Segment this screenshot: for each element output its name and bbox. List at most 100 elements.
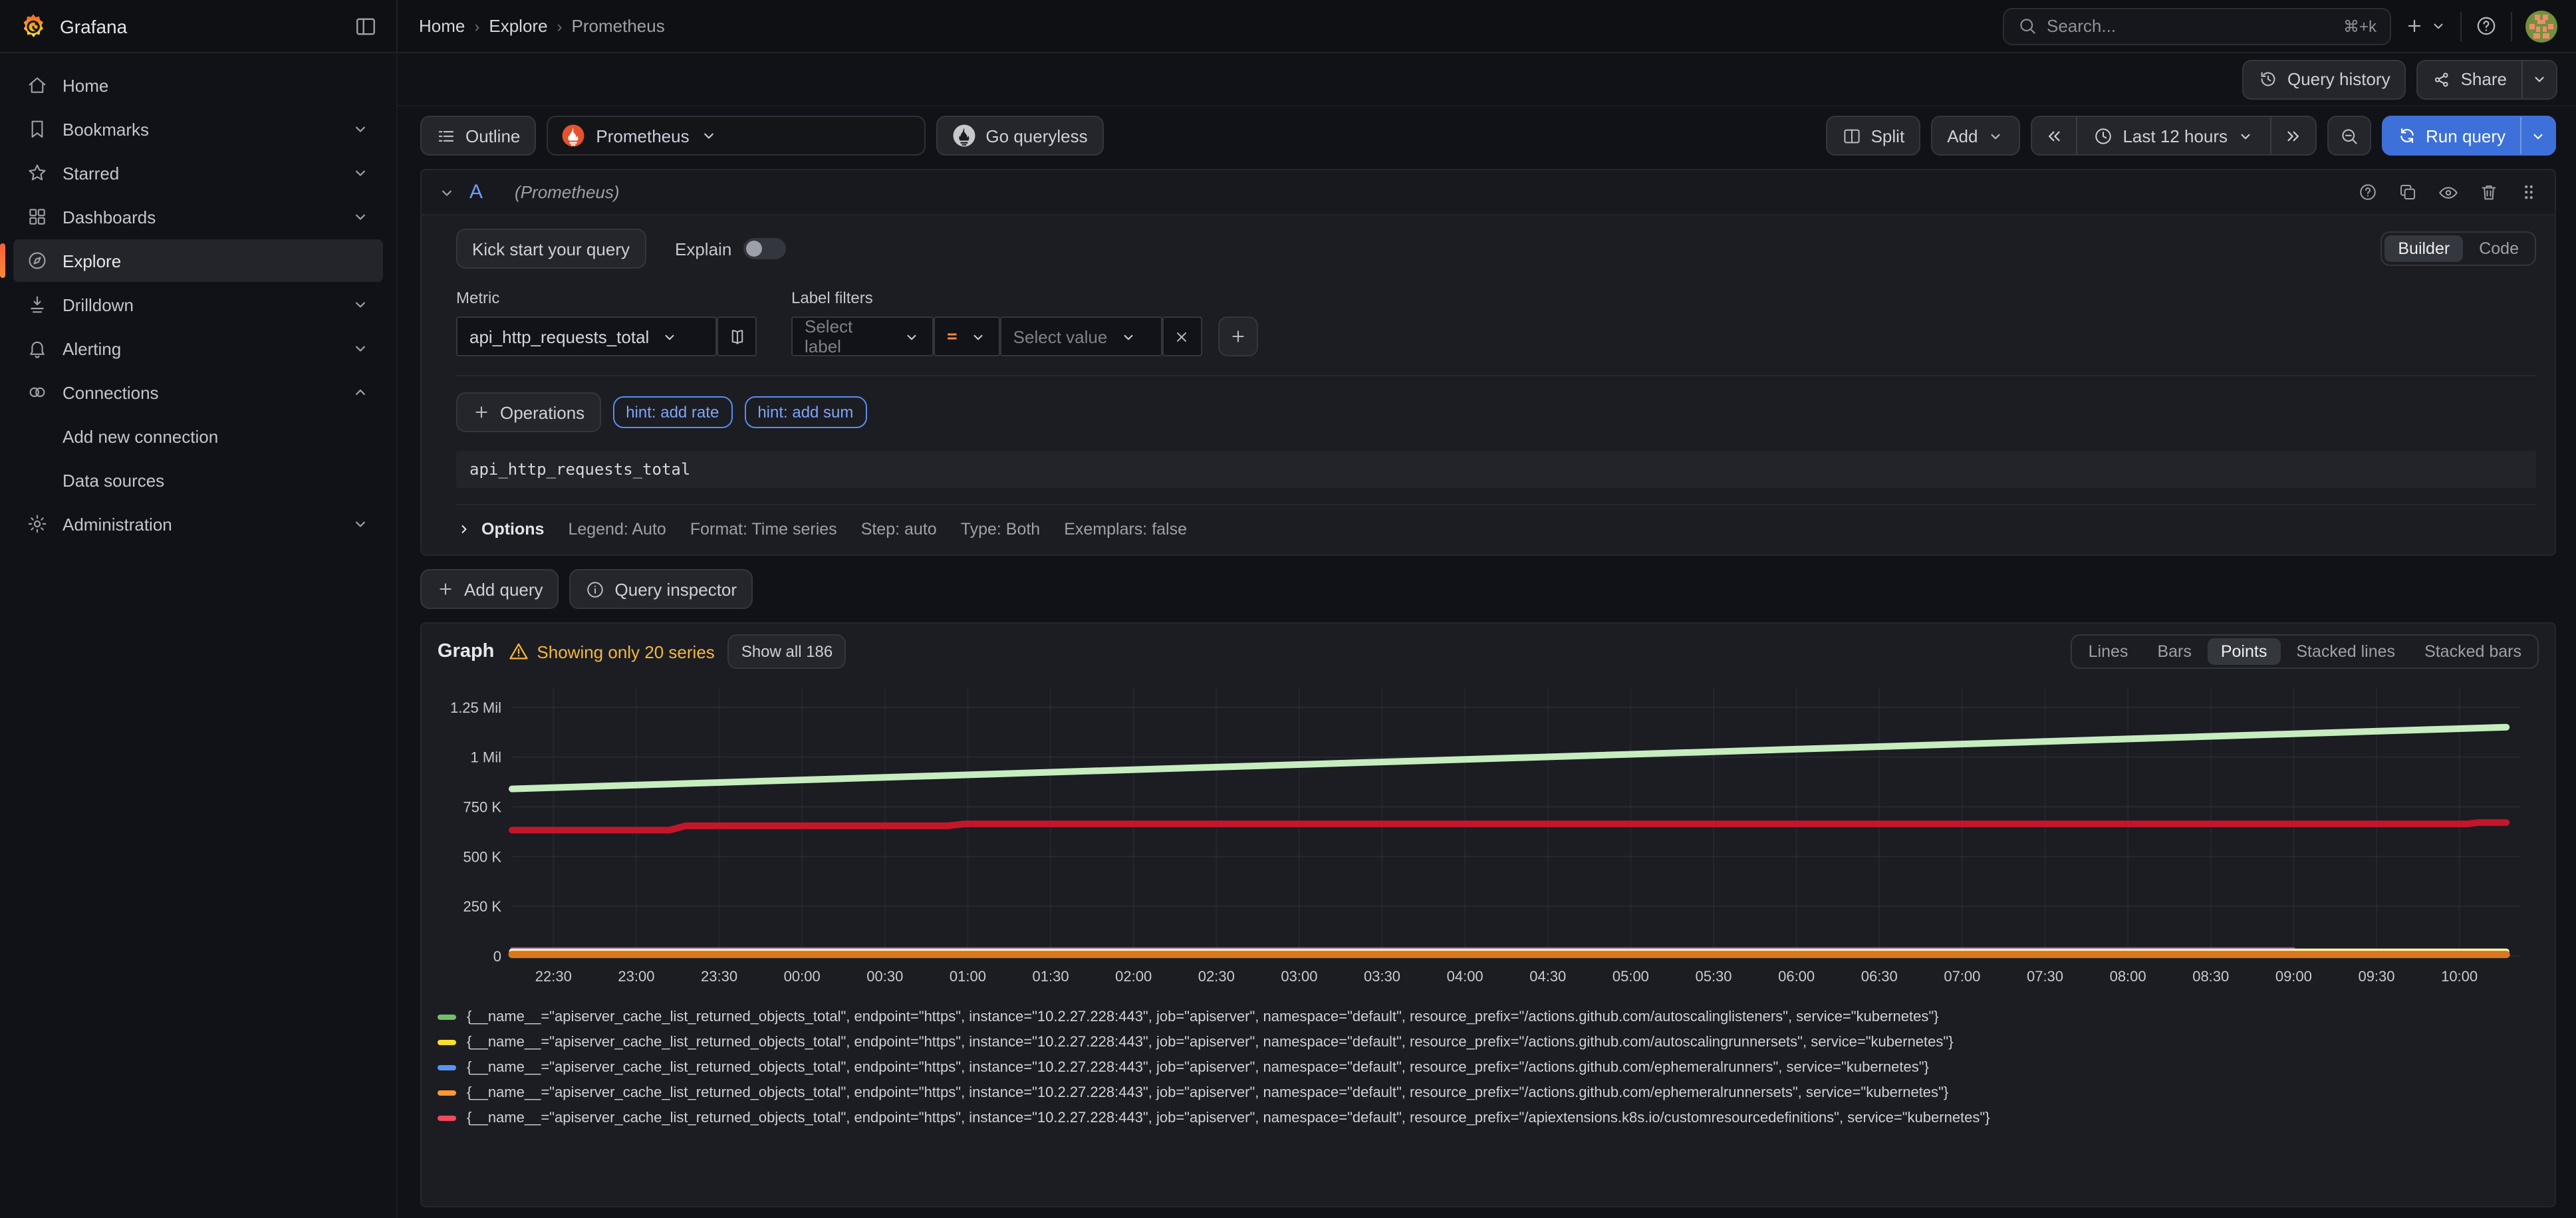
go-queryless-button[interactable]: Go queryless bbox=[936, 116, 1103, 156]
chevron-down-icon bbox=[351, 339, 370, 358]
query-help-button[interactable] bbox=[2358, 182, 2378, 202]
sidebar-item-dashboards[interactable]: Dashboards bbox=[13, 195, 383, 238]
time-shift-forward-button[interactable] bbox=[2271, 117, 2315, 154]
code-mode-button[interactable]: Code bbox=[2466, 235, 2532, 262]
select-label-dropdown[interactable]: Select label bbox=[791, 316, 934, 356]
x-axis-tick-label: 00:00 bbox=[784, 968, 821, 985]
chevrons-right-icon bbox=[2283, 126, 2303, 146]
search-box[interactable]: ⌘+k bbox=[2003, 7, 2391, 45]
time-shift-back-button[interactable] bbox=[2032, 117, 2076, 154]
legend-item[interactable]: {__name__="apiserver_cache_list_returned… bbox=[438, 1054, 2539, 1080]
split-panes-icon bbox=[1842, 126, 1862, 146]
link-icon bbox=[27, 382, 48, 403]
drag-handle[interactable] bbox=[2519, 182, 2539, 202]
sidebar-item-home[interactable]: Home bbox=[13, 64, 383, 106]
chevron-down-icon bbox=[351, 339, 370, 358]
sidebar-item-starred[interactable]: Starred bbox=[13, 152, 383, 194]
graph-style-lines[interactable]: Lines bbox=[2075, 638, 2142, 665]
chevron-down-icon bbox=[351, 515, 370, 533]
add-query-button[interactable]: Add query bbox=[420, 569, 559, 609]
user-avatar[interactable] bbox=[2525, 10, 2557, 42]
go-queryless-label: Go queryless bbox=[985, 126, 1087, 146]
clock-icon bbox=[2093, 126, 2113, 146]
legend-item[interactable]: {__name__="apiserver_cache_list_returned… bbox=[438, 1105, 2539, 1130]
run-query-button[interactable]: Run query bbox=[2383, 117, 2520, 154]
query-inspector-button[interactable]: Query inspector bbox=[570, 569, 753, 609]
sidebar-item-add-new-connection[interactable]: Add new connection bbox=[13, 415, 383, 457]
chevron-down-icon bbox=[351, 295, 370, 314]
kick-start-button[interactable]: Kick start your query bbox=[456, 229, 646, 269]
zoom-out-icon bbox=[2339, 126, 2359, 146]
query-history-button[interactable]: Query history bbox=[2242, 59, 2406, 99]
header-left: Grafana bbox=[0, 0, 398, 52]
split-button[interactable]: Split bbox=[1826, 116, 1921, 156]
graph-style-points[interactable]: Points bbox=[2208, 638, 2281, 665]
add-operation-button[interactable]: Operations bbox=[456, 392, 600, 432]
options-expander[interactable]: Options bbox=[456, 520, 544, 539]
builder-mode-button[interactable]: Builder bbox=[2384, 235, 2463, 262]
sidebar-item-drilldown[interactable]: Drilldown bbox=[13, 283, 383, 326]
add-dropdown-button[interactable]: Add bbox=[1931, 116, 2020, 156]
metric-filters-row: Metric api_http_requests_total bbox=[456, 289, 2536, 356]
share-label: Share bbox=[2461, 69, 2507, 89]
show-all-series-button[interactable]: Show all 186 bbox=[728, 634, 846, 669]
sidebar-item-data-sources[interactable]: Data sources bbox=[13, 459, 383, 501]
time-range-picker[interactable]: Last 12 hours bbox=[2076, 117, 2271, 154]
sidebar-item-administration[interactable]: Administration bbox=[13, 503, 383, 545]
query-hint-button[interactable]: hint: add rate bbox=[612, 396, 732, 428]
select-value-dropdown[interactable]: Select value bbox=[1000, 316, 1162, 356]
duplicate-query-button[interactable] bbox=[2398, 182, 2418, 202]
toggle-visibility-button[interactable] bbox=[2438, 182, 2459, 203]
legend-item[interactable]: {__name__="apiserver_cache_list_returned… bbox=[438, 1004, 2539, 1029]
sidebar-item-alerting[interactable]: Alerting bbox=[13, 327, 383, 370]
datasource-picker[interactable]: Prometheus bbox=[547, 116, 926, 156]
help-button[interactable] bbox=[2475, 15, 2498, 37]
time-range-label: Last 12 hours bbox=[2123, 126, 2228, 146]
breadcrumb-item-home[interactable]: Home bbox=[419, 16, 465, 36]
query-hint-button[interactable]: hint: add sum bbox=[744, 396, 866, 428]
sidebar-item-bookmarks[interactable]: Bookmarks bbox=[13, 108, 383, 150]
x-axis-tick-label: 10:00 bbox=[2441, 968, 2478, 985]
explain-toggle[interactable] bbox=[743, 238, 786, 259]
sidebar-item-label: Data sources bbox=[63, 470, 164, 490]
query-row-header[interactable]: A (Prometheus) bbox=[422, 170, 2555, 215]
header-divider bbox=[2511, 11, 2512, 41]
zoom-out-button[interactable] bbox=[2327, 116, 2371, 156]
outline-button[interactable]: Outline bbox=[420, 116, 536, 156]
delete-query-button[interactable] bbox=[2479, 182, 2499, 202]
operations-row: Operations hint: add rate hint: add sum bbox=[456, 392, 2536, 432]
share-button[interactable]: Share bbox=[2418, 61, 2521, 98]
search-icon bbox=[2017, 16, 2037, 36]
legend-item[interactable]: {__name__="apiserver_cache_list_returned… bbox=[438, 1080, 2539, 1105]
add-new-button[interactable] bbox=[2404, 16, 2447, 36]
sidebar-item-connections[interactable]: Connections bbox=[13, 371, 383, 414]
operator-dropdown[interactable]: = bbox=[934, 316, 1000, 356]
sidebar-item-label: Connections bbox=[63, 382, 159, 402]
graph-style-stacked-bars[interactable]: Stacked bars bbox=[2411, 638, 2535, 665]
share-dropdown-button[interactable] bbox=[2521, 61, 2556, 98]
legend-item[interactable]: {__name__="apiserver_cache_list_returned… bbox=[438, 1029, 2539, 1054]
run-query-dropdown-button[interactable] bbox=[2520, 117, 2555, 154]
sidebar-item-explore[interactable]: Explore bbox=[13, 239, 383, 282]
metric-select[interactable]: api_http_requests_total bbox=[456, 316, 717, 356]
dock-menu-button[interactable] bbox=[354, 14, 378, 38]
editor-mode-switch: Builder Code bbox=[2381, 231, 2536, 266]
collapse-query-button[interactable] bbox=[438, 183, 456, 201]
x-axis-tick-label: 02:00 bbox=[1115, 968, 1152, 985]
x-axis-tick-label: 02:30 bbox=[1198, 968, 1235, 985]
graph-style-bars[interactable]: Bars bbox=[2144, 638, 2204, 665]
add-filter-button[interactable] bbox=[1218, 316, 1258, 356]
y-axis-tick-label: 1 Mil bbox=[471, 749, 501, 766]
x-axis-tick-label: 01:30 bbox=[1033, 968, 1069, 985]
header-right: ⌘+k bbox=[2003, 7, 2576, 45]
sidebar-item-label: Bookmarks bbox=[63, 119, 149, 139]
search-input[interactable] bbox=[2047, 16, 2334, 36]
time-series-chart[interactable]: 0250 K500 K750 K1 Mil1.25 Mil22:3023:002… bbox=[438, 677, 2539, 993]
top-header: Grafana Home›Explore›Prometheus ⌘+k bbox=[0, 0, 2576, 53]
remove-filter-button[interactable] bbox=[1162, 316, 1202, 356]
query-editor-panel: A (Prometheus) Kick s bbox=[420, 169, 2556, 556]
breadcrumb-item-explore[interactable]: Explore bbox=[489, 16, 547, 36]
metrics-explorer-button[interactable] bbox=[717, 316, 757, 356]
graph-style-stacked-lines[interactable]: Stacked lines bbox=[2283, 638, 2408, 665]
grafana-logo-glyph bbox=[19, 11, 48, 41]
